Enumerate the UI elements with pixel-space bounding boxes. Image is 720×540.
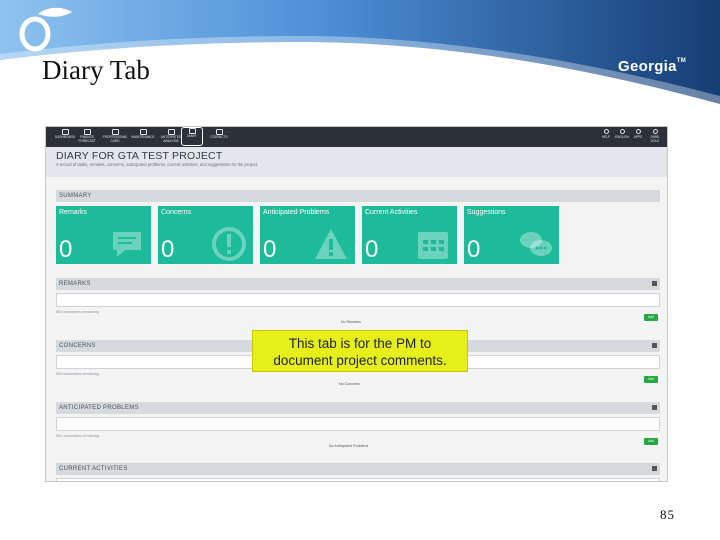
calendar-icon xyxy=(418,232,448,259)
georgia-peach-logo-icon xyxy=(19,7,72,52)
anticipated-problems-add-button[interactable]: Add xyxy=(644,438,658,445)
warning-triangle-icon xyxy=(315,229,347,259)
callout-line-2: document project comments. xyxy=(273,353,447,368)
chat-bubble-icon xyxy=(113,232,141,257)
card-count: 0 xyxy=(263,236,277,263)
concerns-char-count: 500 characters remaining xyxy=(56,372,99,376)
concerns-add-button[interactable]: Add xyxy=(644,376,658,383)
user-icon xyxy=(652,129,658,134)
apps-icon xyxy=(635,129,641,134)
card-count: 0 xyxy=(161,236,175,263)
logo-wordmark: GeorgiaTM xyxy=(618,58,687,75)
page-number: 85 xyxy=(660,507,675,522)
summary-bar: SUMMARY xyxy=(56,190,660,202)
section-label: CURRENT ACTIVITIES xyxy=(59,466,128,472)
callout-note: This tab is for the PM to document proje… xyxy=(252,330,468,372)
help-icon xyxy=(603,129,609,134)
nav-apps[interactable]: APPS xyxy=(630,129,646,139)
anticipated-problems-empty-message: No Anticipated Problems xyxy=(329,444,369,448)
nav-contacts[interactable]: CONTACTS xyxy=(204,129,234,140)
card-title: Remarks xyxy=(59,209,88,216)
anticipated-problems-bar: ANTICIPATED PROBLEMS xyxy=(56,402,660,414)
remarks-bar: REMARKS xyxy=(56,278,660,290)
section-label: CONCERNS xyxy=(59,343,96,349)
speech-bubbles-icon xyxy=(520,232,552,256)
remarks-empty-message: No Remarks xyxy=(341,320,361,324)
expand-icon[interactable] xyxy=(652,466,657,471)
slide-header: Diary Tab GeorgiaTM xyxy=(0,0,720,105)
card-title: Suggestions xyxy=(467,209,506,216)
card-count: 0 xyxy=(59,236,73,263)
summary-card-concerns[interactable]: Concerns 0 xyxy=(158,206,253,264)
anticipated-problems-char-count: 500 characters remaining xyxy=(56,434,99,438)
exclamation-circle-icon xyxy=(212,227,246,261)
summary-card-suggestions[interactable]: Suggestions 0 xyxy=(464,206,559,264)
card-count: 0 xyxy=(467,236,481,263)
card-count: 0 xyxy=(365,236,379,263)
section-label: REMARKS xyxy=(59,281,91,287)
current-activities-textarea[interactable] xyxy=(56,478,660,481)
expand-icon[interactable] xyxy=(652,343,657,348)
nav-help[interactable]: HELP xyxy=(598,129,614,139)
section-label: ANTICIPATED PROBLEMS xyxy=(59,405,139,411)
summary-label: SUMMARY xyxy=(59,193,92,199)
expand-icon[interactable] xyxy=(652,281,657,286)
nav-diary[interactable]: DIARY xyxy=(181,127,203,146)
anticipated-problems-textarea[interactable] xyxy=(56,417,660,431)
language-icon xyxy=(619,129,625,134)
remarks-textarea[interactable] xyxy=(56,293,660,307)
top-navigation: DASHBOARD FINANCE FORECAST PROFESSIONAL … xyxy=(46,127,667,147)
remarks-add-button[interactable]: Add xyxy=(644,314,658,321)
expand-icon[interactable] xyxy=(652,405,657,410)
page-title: DIARY FOR GTA TEST PROJECT xyxy=(56,150,223,162)
current-activities-bar: CURRENT ACTIVITIES xyxy=(56,463,660,475)
nav-user[interactable]: DANE DOLE xyxy=(647,129,663,143)
callout-line-1: This tab is for the PM to xyxy=(288,336,432,351)
card-title: Anticipated Problems xyxy=(263,209,330,216)
remarks-char-count: 500 characters remaining xyxy=(56,310,99,314)
card-title: Concerns xyxy=(161,209,191,216)
nav-language[interactable]: ENGLISH xyxy=(614,129,630,139)
page-subtitle: A record of tasks, remarks, concerns, an… xyxy=(56,162,259,167)
card-title: Current Activities xyxy=(365,209,418,216)
nav-maintenance[interactable]: MAINTENANCE xyxy=(128,129,158,140)
summary-card-remarks[interactable]: Remarks 0 xyxy=(56,206,151,264)
summary-card-current-activities[interactable]: Current Activities 0 xyxy=(362,206,457,264)
nav-finance-forecast[interactable]: FINANCE FORECAST xyxy=(72,129,102,143)
page-header: DIARY FOR GTA TEST PROJECT A record of t… xyxy=(46,147,667,177)
app-screenshot: DASHBOARD FINANCE FORECAST PROFESSIONAL … xyxy=(45,126,668,482)
summary-card-anticipated-problems[interactable]: Anticipated Problems 0 xyxy=(260,206,355,264)
concerns-empty-message: No Concerns xyxy=(339,382,360,386)
nav-professional-card[interactable]: PROFESSIONAL CARD xyxy=(100,129,130,143)
